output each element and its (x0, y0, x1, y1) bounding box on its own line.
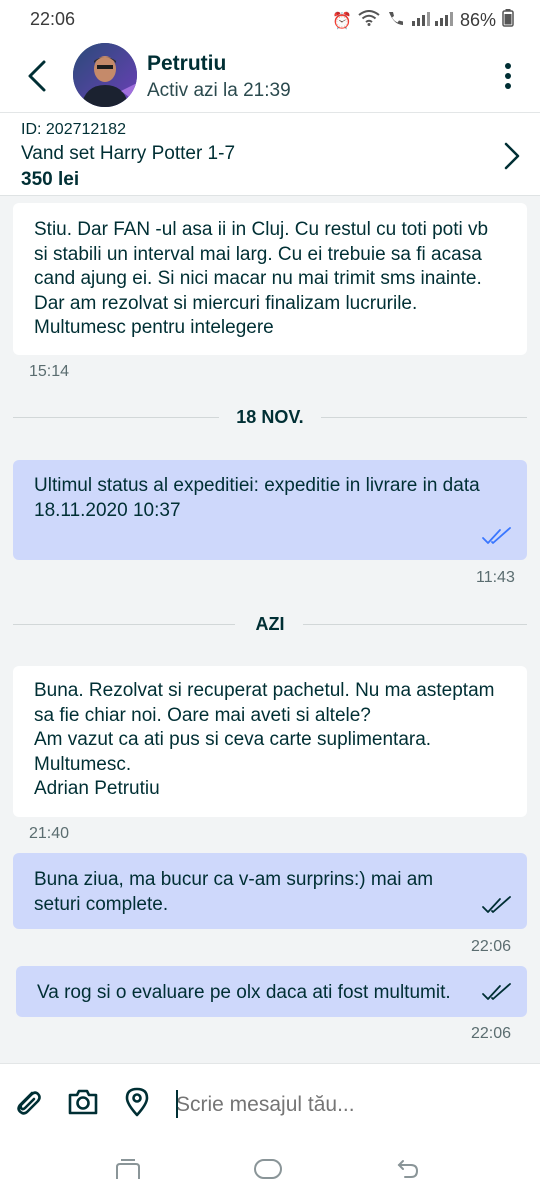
status-icons: ⏰ 86% (332, 9, 514, 32)
signal-icon (411, 10, 454, 31)
recent-apps-icon[interactable] (113, 1157, 143, 1181)
date-divider: 18 NOV. (13, 407, 527, 427)
date-divider: AZI (13, 614, 527, 634)
chat-header: Petrutiu Activ azi la 21:39 (0, 38, 540, 112)
paperclip-icon[interactable] (12, 1086, 44, 1118)
message-text: Va rog si o evaluare pe olx daca ati fos… (37, 982, 451, 1003)
date-divider-label: 18 NOV. (236, 407, 304, 427)
camera-icon[interactable] (67, 1086, 99, 1118)
home-icon[interactable] (253, 1157, 283, 1181)
listing-price: 350 lei (21, 169, 80, 190)
text-caret (176, 1090, 178, 1118)
message-timestamp: 15:14 (29, 363, 70, 380)
call-icon (386, 10, 406, 31)
more-options-icon[interactable] (500, 62, 516, 90)
message-text: Buna ziua, ma bucur ca v-am surprins:) m… (34, 869, 434, 915)
system-nav-bar (0, 1145, 540, 1200)
status-time: 22:06 (30, 9, 76, 29)
avatar[interactable] (73, 43, 137, 107)
listing-card[interactable]: ID: 202712182 Vand set Harry Potter 1-7 … (0, 112, 540, 196)
message-timestamp: 22:06 (471, 938, 512, 955)
listing-id: ID: 202712182 (21, 121, 126, 138)
double-check-icon (482, 983, 511, 1000)
message-timestamp: 21:40 (29, 825, 70, 842)
message-outgoing[interactable]: Va rog si o evaluare pe olx daca ati fos… (16, 966, 527, 1017)
message-outgoing[interactable]: Ultimul status al expeditiei: expeditie … (13, 460, 527, 560)
contact-name[interactable]: Petrutiu (147, 52, 226, 76)
battery-percent: 86% (459, 10, 496, 30)
location-pin-icon[interactable] (121, 1086, 153, 1118)
contact-status: Activ azi la 21:39 (147, 80, 291, 101)
message-incoming[interactable]: Stiu. Dar FAN -ul asa ii in Cluj. Cu res… (13, 203, 527, 355)
double-check-icon (482, 527, 511, 544)
chevron-right-icon[interactable] (502, 141, 522, 171)
double-check-icon (482, 896, 511, 913)
date-divider-label: AZI (255, 614, 285, 634)
message-input[interactable] (176, 1090, 516, 1120)
message-text: Buna. Rezolvat si recuperat pachetul. Nu… (34, 680, 495, 799)
message-text: Stiu. Dar FAN -ul asa ii in Cluj. Cu res… (34, 219, 489, 338)
listing-title: Vand set Harry Potter 1-7 (21, 143, 236, 164)
battery-icon (502, 9, 514, 32)
message-text: Ultimul status al expeditiei: expeditie … (34, 475, 480, 521)
message-timestamp: 22:06 (471, 1025, 512, 1042)
alarm-icon: ⏰ (332, 12, 352, 30)
back-nav-icon[interactable] (394, 1157, 424, 1181)
wifi-icon (358, 10, 380, 31)
message-incoming[interactable]: Buna. Rezolvat si recuperat pachetul. Nu… (13, 666, 527, 817)
message-outgoing[interactable]: Buna ziua, ma bucur ca v-am surprins:) m… (13, 853, 527, 929)
message-composer (0, 1063, 540, 1145)
status-bar: 22:06 ⏰ 86% (0, 0, 540, 38)
message-timestamp: 11:43 (476, 569, 515, 586)
back-arrow-icon[interactable] (24, 58, 52, 94)
